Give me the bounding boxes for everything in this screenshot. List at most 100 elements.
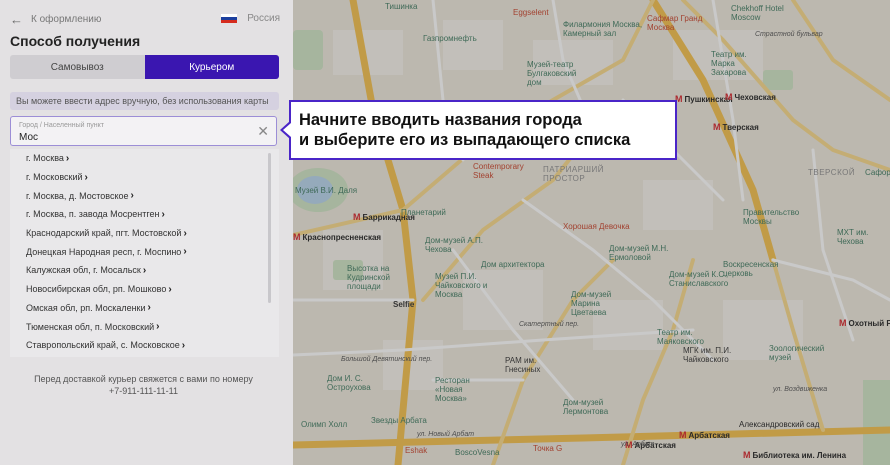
suggestion-label: Омская обл, рп. Москаленки — [26, 302, 146, 313]
map-poi[interactable]: Chekhoff Hotel Moscow — [731, 4, 793, 22]
chevron-right-icon: › — [161, 208, 165, 220]
map-poi[interactable]: Звезды Арбата — [371, 416, 427, 425]
tooltip-line-1: Начните вводить названия города — [299, 111, 582, 129]
map-poi[interactable]: МХТ им. Чехова — [837, 228, 887, 246]
map-poi[interactable]: Правительство Москвы — [743, 208, 801, 226]
map-poi[interactable]: Дом-музей А.П. Чехова — [425, 236, 485, 254]
chevron-right-icon: › — [183, 227, 187, 239]
metro-icon: M — [353, 212, 361, 222]
city-input[interactable] — [19, 132, 249, 143]
metro-icon: M — [725, 92, 733, 102]
russia-flag-icon — [221, 14, 238, 23]
map-poi[interactable]: Eshak — [405, 446, 427, 455]
map-street: Большой Девятинский пер. — [341, 356, 433, 363]
chevron-right-icon: › — [142, 264, 147, 276]
back-link[interactable]: ← К оформлению — [10, 12, 101, 27]
map-poi[interactable]: Олимп Холл — [301, 420, 347, 429]
map-poi[interactable]: Дом архитектора — [481, 260, 545, 269]
map-street: ул. Арбат — [621, 441, 655, 448]
map-poi[interactable]: Театр им. Марка Захарова — [711, 50, 771, 77]
map-poi[interactable]: Музей П.И. Чайковского и Москва — [435, 272, 495, 299]
map-poi[interactable]: Хорошая Девочка — [563, 222, 630, 231]
metro-station[interactable]: M Краснопресненская — [293, 232, 381, 242]
suggestion-item[interactable]: г. Москва › — [10, 149, 279, 168]
map-poi[interactable]: Дом-музей М.Н. Ермоловой — [609, 244, 681, 262]
city-field[interactable]: Город / Населенный пункт ✕ — [10, 116, 277, 146]
tab-pickup[interactable]: Самовывоз — [10, 55, 145, 79]
country-selector[interactable]: Россия — [221, 13, 280, 24]
manual-address-hint[interactable]: Вы можете ввести адрес вручную, без испо… — [10, 92, 279, 110]
suggestion-label: Ставропольский край, с. Московское — [26, 340, 180, 351]
country-name: Россия — [247, 13, 280, 24]
courier-note: Перед доставкой курьер свяжется с вами п… — [0, 373, 287, 397]
suggestion-label: Донецкая Народная респ, г. Моспино — [26, 246, 182, 257]
metro-station[interactable]: M Тверская — [713, 122, 759, 132]
map-poi[interactable]: Eggselent — [513, 8, 549, 17]
map-poi[interactable]: BoscoVesna — [455, 448, 499, 457]
map-poi[interactable]: Сафмар Гранд Москва — [647, 14, 727, 32]
metro-station[interactable]: M Баррикадная — [353, 212, 415, 222]
suggestion-item[interactable]: Омская обл, рп. Москаленки › — [10, 299, 279, 318]
suggestion-label: г. Москва, д. Мостовское — [26, 190, 129, 201]
map-street: Страстной бульвар — [755, 31, 823, 38]
map-poi[interactable]: Сафора — [865, 168, 890, 177]
map-poi[interactable]: Высотка на Кудринской площади — [347, 264, 407, 291]
map-street: ул. Новый Арбат — [417, 431, 475, 438]
map-street: Скатертный пер. — [519, 321, 580, 328]
metro-station[interactable]: Александровский сад — [739, 420, 819, 429]
map-poi[interactable]: Музей-театр Булгаковский дом — [527, 60, 587, 87]
suggestion-item[interactable]: Ставропольский край, с. Московское › — [10, 336, 279, 355]
chevron-right-icon: › — [65, 152, 70, 164]
map-poi[interactable]: МГК им. П.И. Чайковского — [683, 346, 747, 364]
close-icon[interactable]: ✕ — [257, 124, 269, 138]
suggestion-label: Калужская обл, г. Мосальск — [26, 265, 141, 276]
suggestion-item[interactable]: г. Москва, д. Мостовское › — [10, 186, 279, 205]
map-poi[interactable]: Дом-музей Марина Цветаева — [571, 290, 635, 317]
map-poi[interactable]: Contemporary Steak — [473, 162, 533, 180]
arrow-left-icon: ← — [10, 12, 23, 27]
onboarding-tooltip: Начните вводить названия города и выбери… — [280, 100, 677, 160]
city-field-label: Город / Населенный пункт — [19, 122, 104, 129]
map-poi[interactable]: Точка G — [533, 444, 562, 453]
courier-note-text: Перед доставкой курьер свяжется с вами п… — [34, 374, 253, 384]
chevron-right-icon: › — [130, 190, 134, 202]
metro-station[interactable]: MОхотный Ряд — [839, 318, 890, 328]
suggestion-item[interactable]: Донецкая Народная респ, г. Моспино › — [10, 242, 279, 261]
map-poi[interactable]: Ресторан «Новая Москва» — [435, 376, 485, 403]
map-poi[interactable]: Зоологический музей — [769, 344, 829, 362]
map-poi[interactable]: Тишинка — [385, 2, 417, 11]
map-poi[interactable]: РАМ им. Гнесиных — [505, 356, 555, 374]
suggestion-item[interactable]: г. Московский › — [10, 168, 279, 187]
map-poi[interactable]: Музей В.И. Даля — [295, 186, 357, 195]
suggestion-label: Новосибирская обл, рп. Мошково — [26, 284, 167, 295]
suggestion-item[interactable]: Калужская обл, г. Мосальск › — [10, 261, 279, 280]
metro-station[interactable]: M Арбатская — [679, 430, 730, 440]
map-poi[interactable]: Театр им. Маяковского — [657, 328, 717, 346]
suggestion-label: Тюменская обл, п. Московский — [26, 321, 155, 332]
map-poi[interactable]: Газпромнефть — [423, 34, 477, 43]
tab-courier[interactable]: Курьером — [144, 55, 279, 79]
map-poi[interactable]: Воскресенская церковь — [723, 260, 783, 278]
tooltip-pointer — [280, 121, 291, 139]
suggestion-item[interactable]: Краснодарский край, пгт. Мостовской › — [10, 224, 279, 243]
metro-icon: M — [743, 450, 751, 460]
suggestion-item[interactable]: Новосибирская обл, рп. Мошково › — [10, 280, 279, 299]
metro-icon: M — [679, 430, 687, 440]
metro-station[interactable]: M Чеховская — [725, 92, 776, 102]
map-poi[interactable]: Дом И. С. Остроухова — [327, 374, 387, 392]
suggestion-item[interactable]: Тюменская обл, п. Московский › — [10, 317, 279, 336]
chevron-right-icon: › — [147, 302, 151, 314]
tooltip-line-2: и выберите его из выпадающего списка — [299, 131, 631, 149]
map-poi[interactable]: Филармония Москва, Камерный зал — [563, 20, 643, 38]
metro-station[interactable]: M Библиотека им. Ленина — [743, 450, 846, 460]
map-street: ул. Воздвиженка — [773, 386, 828, 393]
suggestion-label: г. Москва — [26, 153, 64, 164]
dropdown-scrollbar[interactable] — [268, 153, 271, 303]
suggestion-item[interactable]: г. Москва, п. завода Мосрентген › — [10, 205, 279, 224]
map[interactable]: Тишинка Eggselent Сафмар Гранд Москва Ch… — [293, 0, 890, 465]
chevron-right-icon: › — [84, 171, 88, 183]
map-district: ТВЕРСКОЙ — [808, 168, 856, 177]
map-poi[interactable]: Дом-музей Лермонтова — [563, 398, 623, 416]
chevron-right-icon: › — [183, 246, 187, 258]
map-poi[interactable]: Selfie — [393, 300, 414, 309]
